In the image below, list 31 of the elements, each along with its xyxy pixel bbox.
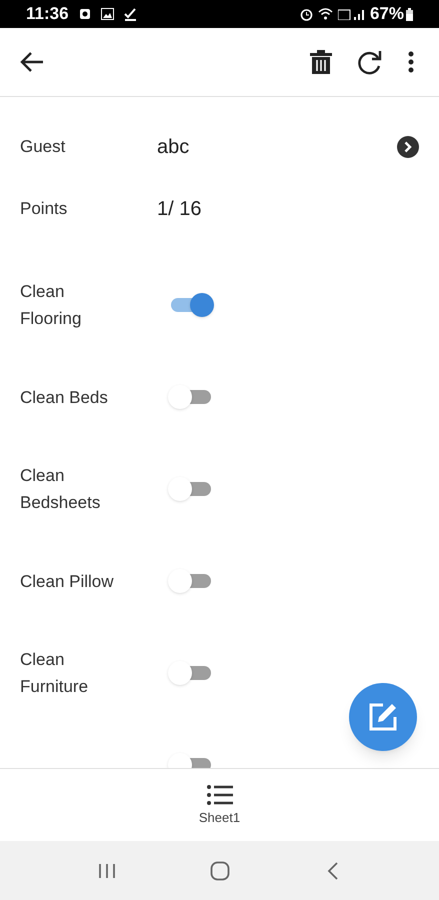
wifi-icon [318, 8, 333, 20]
battery-percent: 67% [370, 3, 404, 26]
field-value: abc [157, 135, 190, 160]
trash-icon [310, 50, 332, 74]
task-label: Clean Pillow [20, 570, 115, 592]
list-icon [206, 785, 232, 805]
task-label: Clean Bedsheets [20, 465, 102, 514]
back-chevron-icon [326, 862, 338, 880]
signal-icon [338, 8, 366, 20]
check-icon [124, 8, 137, 20]
delete-button[interactable] [307, 47, 335, 77]
recent-apps-icon [98, 862, 116, 878]
more-icon [408, 51, 414, 73]
field-value: 1/ 16 [157, 197, 202, 222]
alarm-icon [300, 8, 313, 20]
task-label: Clean Beds [20, 386, 109, 408]
edit-icon [368, 702, 398, 732]
notification-icon [78, 8, 91, 20]
status-time: 11:36 [26, 3, 69, 26]
field-label: Guest [20, 136, 66, 158]
field-label: Points [20, 198, 68, 220]
chevron-right-icon [404, 141, 412, 153]
image-icon [100, 8, 114, 20]
back-arrow-icon [20, 51, 44, 73]
open-button[interactable] [397, 136, 419, 158]
bottom-nav-tab[interactable]: Sheet1 [174, 769, 264, 841]
task-label: Clean Furniture [20, 649, 90, 698]
task-label: Clean Flooring [20, 281, 82, 330]
refresh-icon [357, 49, 383, 75]
home-icon [210, 860, 230, 880]
battery-icon [406, 8, 413, 20]
